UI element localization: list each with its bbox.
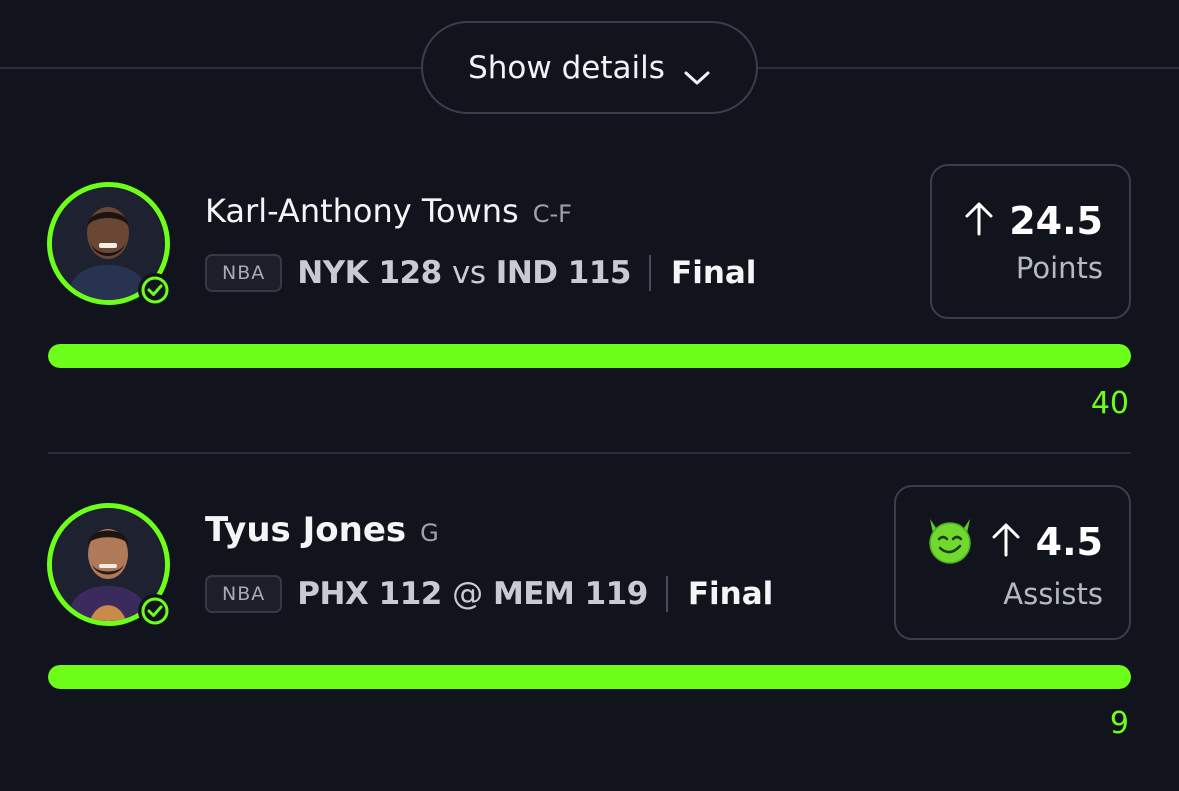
stat-type: Assists (1003, 576, 1103, 611)
game-status: Final (671, 255, 757, 291)
player-avatar (47, 182, 172, 307)
team1-score: 128 (378, 255, 442, 291)
game-score: NYK 128 vs IND 115 (297, 255, 631, 291)
team1-score: 112 (378, 576, 443, 612)
player-position: C-F (532, 200, 572, 228)
league-badge: NBA (205, 575, 283, 613)
game-status: Final (687, 576, 774, 612)
team1-name: PHX (297, 576, 369, 612)
chevron-down-icon (683, 59, 711, 84)
actual-stat-value: 40 (1090, 386, 1129, 421)
player-name[interactable]: Karl-Anthony Towns (205, 192, 519, 230)
team2-score: 115 (567, 255, 632, 291)
projection-line: 4.5 (1035, 519, 1103, 564)
team2-score: 119 (584, 576, 649, 612)
progress-bar (48, 344, 1131, 368)
player-name-line: Tyus Jones G (205, 510, 439, 550)
team2-name: MEM (492, 576, 575, 612)
check-circle-icon (138, 273, 172, 307)
game-info: NBA NYK 128 vs IND 115 Final (205, 254, 756, 292)
arrow-up-icon (963, 201, 995, 241)
pick-divider (48, 452, 1131, 454)
matchup-separator: vs (451, 255, 486, 291)
game-divider (665, 576, 668, 612)
team2-name: IND (495, 255, 558, 291)
projection-top: 24.5 (963, 199, 1103, 243)
arrow-up-icon (990, 522, 1022, 562)
team1-name: NYK (297, 255, 369, 291)
game-divider (649, 255, 652, 291)
player-name[interactable]: Tyus Jones (205, 510, 406, 550)
progress-fill (48, 344, 1131, 368)
projection-line: 24.5 (1009, 198, 1103, 243)
progress-bar (48, 665, 1131, 689)
check-circle-icon (138, 594, 172, 628)
game-score: PHX 112 @ MEM 119 (297, 576, 648, 612)
league-badge: NBA (205, 254, 283, 292)
progress-fill (48, 665, 1131, 689)
matchup-separator: @ (452, 576, 483, 612)
projection-box[interactable]: 4.5 Assists (894, 485, 1131, 640)
game-info: NBA PHX 112 @ MEM 119 Final (205, 575, 773, 613)
stat-type: Points (1015, 250, 1103, 285)
show-details-label: Show details (468, 49, 665, 86)
player-position: G (420, 519, 439, 547)
player-avatar (47, 503, 172, 628)
show-details-button[interactable]: Show details (421, 21, 758, 114)
projection-top: 4.5 (924, 515, 1103, 569)
player-name-line: Karl-Anthony Towns C-F (205, 192, 572, 230)
projection-box[interactable]: 24.5 Points (930, 164, 1131, 319)
devil-emoji-icon (924, 515, 976, 569)
actual-stat-value: 9 (1109, 706, 1129, 741)
